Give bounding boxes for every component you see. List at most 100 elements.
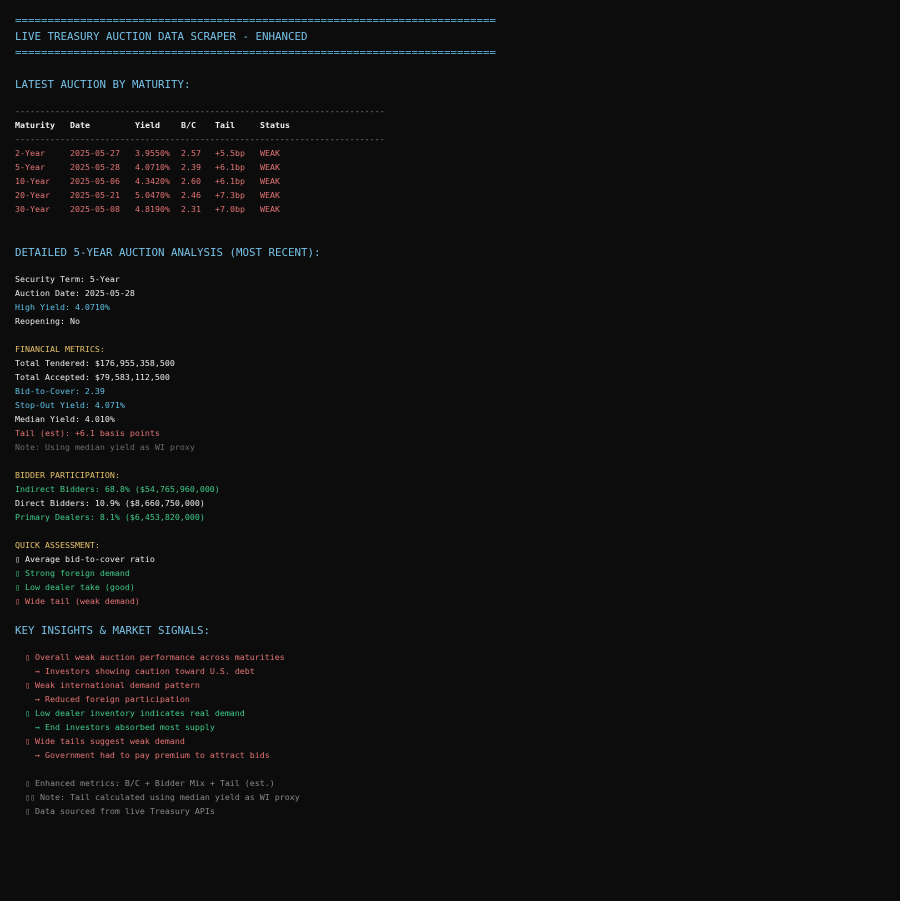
box-icon: ▯ [25, 680, 30, 690]
insight-sub: → End investors absorbed most supply [35, 722, 215, 732]
cell-yield: 5.0470% [135, 190, 170, 200]
cell-maturity: 30-Year [15, 204, 50, 214]
cell-status: WEAK [260, 190, 280, 200]
quick-item-text: Strong foreign demand [25, 568, 130, 578]
cell-maturity: 2-Year [15, 148, 45, 158]
footer-note-text: Note: Tail calculated using median yield… [40, 792, 300, 802]
tail-estimate: Tail (est): +6.1 basis points [15, 428, 160, 438]
cell-yield: 3.9550% [135, 148, 170, 158]
cell-status: WEAK [260, 148, 280, 158]
box-icon: ▯ [15, 554, 20, 564]
cell-maturity: 10-Year [15, 176, 50, 186]
insight-item: ▯ Wide tails suggest weak demand [25, 736, 185, 746]
banner-rule-top: ========================================… [15, 14, 497, 27]
bid-to-cover: Bid-to-Cover: 2.39 [15, 386, 105, 396]
cell-yield: 4.3420% [135, 176, 170, 186]
direct-bidders: Direct Bidders: 10.9% ($8,660,750,000) [15, 498, 205, 508]
latest-heading: LATEST AUCTION BY MATURITY: [15, 78, 191, 91]
warning-icon: ▯▯ [25, 792, 35, 802]
cell-tail: +7.3bp [215, 190, 245, 200]
security-term: Security Term: 5-Year [15, 274, 120, 284]
primary-dealers: Primary Dealers: 8.1% ($6,453,820,000) [15, 512, 205, 522]
box-icon: ▯ [25, 708, 30, 718]
table-row: 30-Year 2025-05-08 4.8190% 2.31 +7.0bp W… [15, 204, 280, 214]
arrow-right-icon: → [35, 694, 40, 704]
box-icon: ▯ [15, 596, 20, 606]
median-yield: Median Yield: 4.010% [15, 414, 115, 424]
quick-item: ▯ Strong foreign demand [15, 568, 130, 578]
insight-sub-text: Investors showing caution toward U.S. de… [45, 666, 255, 676]
box-icon: ▯ [15, 582, 20, 592]
table-row: 10-Year 2025-05-06 4.3420% 2.60 +6.1bp W… [15, 176, 280, 186]
financial-heading: FINANCIAL METRICS: [15, 344, 105, 354]
insight-item: ▯ Low dealer inventory indicates real de… [25, 708, 245, 718]
col-yield: Yield [135, 120, 160, 130]
footer-note: ▯▯ Note: Tail calculated using median yi… [25, 792, 300, 802]
quick-item: ▯ Low dealer take (good) [15, 582, 135, 592]
insight-sub-text: Reduced foreign participation [45, 694, 190, 704]
table-row: 20-Year 2025-05-21 5.0470% 2.46 +7.3bp W… [15, 190, 280, 200]
cell-bc: 2.60 [181, 176, 201, 186]
box-icon: ▯ [25, 778, 30, 788]
insight-sub: → Reduced foreign participation [35, 694, 190, 704]
insight-main: Wide tails suggest weak demand [35, 736, 185, 746]
cell-yield: 4.8190% [135, 204, 170, 214]
box-icon: ▯ [25, 736, 30, 746]
table-header-row: Maturity Date Yield B/C Tail Status [15, 120, 290, 130]
reopening: Reopening: No [15, 316, 80, 326]
banner-rule-bottom: ========================================… [15, 46, 497, 59]
cell-yield: 4.0710% [135, 162, 170, 172]
cell-status: WEAK [260, 176, 280, 186]
insight-sub: → Government had to pay premium to attra… [35, 750, 270, 760]
indirect-bidders: Indirect Bidders: 68.8% ($54,765,960,000… [15, 484, 220, 494]
arrow-right-icon: → [35, 666, 40, 676]
bidders-heading: BIDDER PARTICIPATION: [15, 470, 120, 480]
col-status: Status [260, 120, 290, 130]
table-row: 2-Year 2025-05-27 3.9550% 2.57 +5.5bp WE… [15, 148, 280, 158]
table-row: 5-Year 2025-05-28 4.0710% 2.39 +6.1bp WE… [15, 162, 280, 172]
box-icon: ▯ [15, 568, 20, 578]
total-tendered: Total Tendered: $176,955,358,500 [15, 358, 175, 368]
auction-date: Auction Date: 2025-05-28 [15, 288, 135, 298]
cell-maturity: 20-Year [15, 190, 50, 200]
cell-bc: 2.39 [181, 162, 201, 172]
cell-status: WEAK [260, 204, 280, 214]
quick-item-text: Low dealer take (good) [25, 582, 135, 592]
footer-source: ▯ Data sourced from live Treasury APIs [25, 806, 215, 816]
col-tail: Tail [215, 120, 235, 130]
quick-item-text: Wide tail (weak demand) [25, 596, 140, 606]
table-rule-bottom: ----------------------------------------… [15, 134, 385, 144]
quick-item: ▯ Wide tail (weak demand) [15, 596, 140, 606]
box-icon: ▯ [25, 806, 30, 816]
total-accepted: Total Accepted: $79,583,112,500 [15, 372, 170, 382]
quick-item-text: Average bid-to-cover ratio [25, 554, 155, 564]
high-yield: High Yield: 4.0710% [15, 302, 110, 312]
cell-date: 2025-05-08 [70, 204, 120, 214]
cell-date: 2025-05-21 [70, 190, 120, 200]
footer-enhanced: ▯ Enhanced metrics: B/C + Bidder Mix + T… [25, 778, 275, 788]
cell-maturity: 5-Year [15, 162, 45, 172]
col-maturity: Maturity [15, 120, 55, 130]
table-rule-top: ----------------------------------------… [15, 106, 385, 116]
col-bc: B/C [181, 120, 196, 130]
banner-title: LIVE TREASURY AUCTION DATA SCRAPER - ENH… [15, 30, 308, 43]
cell-date: 2025-05-28 [70, 162, 120, 172]
insight-main: Low dealer inventory indicates real dema… [35, 708, 245, 718]
cell-tail: +6.1bp [215, 162, 245, 172]
quick-item: ▯ Average bid-to-cover ratio [15, 554, 155, 564]
cell-tail: +7.0bp [215, 204, 245, 214]
cell-date: 2025-05-06 [70, 176, 120, 186]
col-date: Date [70, 120, 90, 130]
cell-bc: 2.31 [181, 204, 201, 214]
detail-heading: DETAILED 5-YEAR AUCTION ANALYSIS (MOST R… [15, 246, 321, 259]
insight-main: Overall weak auction performance across … [35, 652, 285, 662]
insight-main: Weak international demand pattern [35, 680, 200, 690]
box-icon: ▯ [25, 652, 30, 662]
insights-heading: KEY INSIGHTS & MARKET SIGNALS: [15, 624, 211, 637]
cell-bc: 2.57 [181, 148, 201, 158]
cell-bc: 2.46 [181, 190, 201, 200]
footer-source-text: Data sourced from live Treasury APIs [35, 806, 215, 816]
insight-sub: → Investors showing caution toward U.S. … [35, 666, 255, 676]
insight-item: ▯ Overall weak auction performance acros… [25, 652, 285, 662]
footer-enhanced-text: Enhanced metrics: B/C + Bidder Mix + Tai… [35, 778, 275, 788]
